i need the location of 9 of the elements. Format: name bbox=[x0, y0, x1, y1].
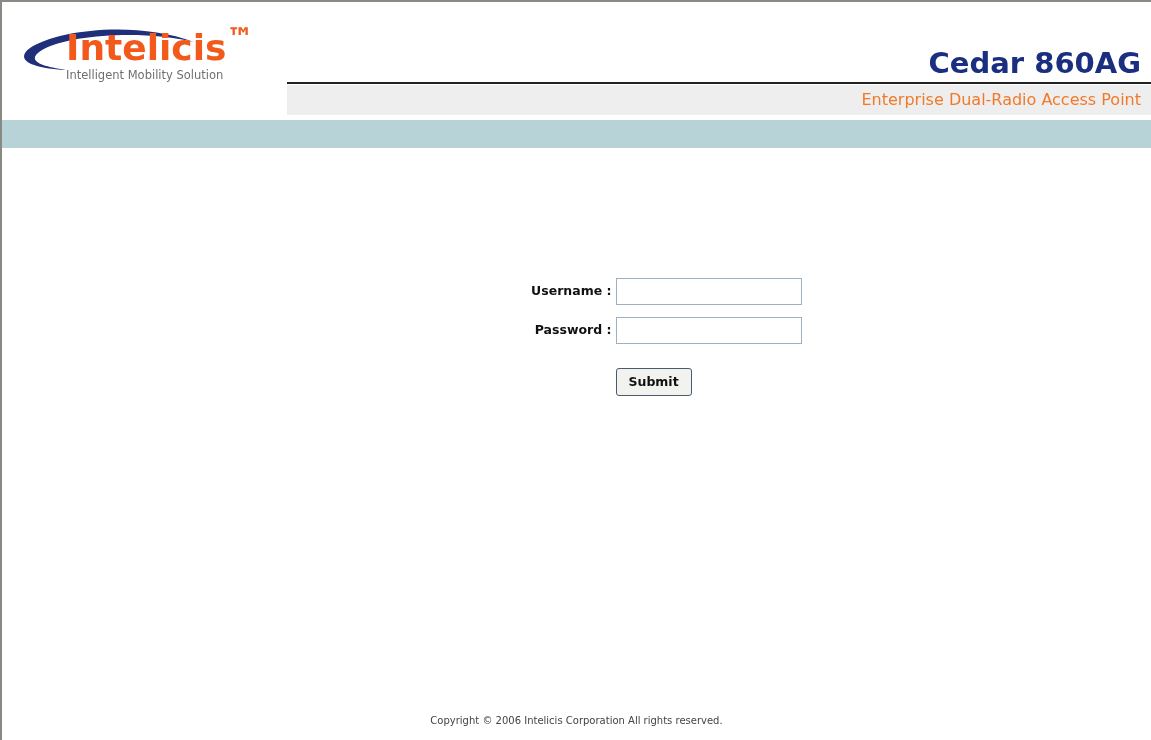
logo-tagline: Intelligent Mobility Solution bbox=[65, 68, 225, 82]
submit-button[interactable]: Submit bbox=[615, 368, 692, 396]
input-field[interactable] bbox=[615, 317, 802, 344]
field-label: Username : bbox=[530, 282, 612, 301]
copyright-text: Copyright © 2006 Intelicis Corporation All rights reserved. bbox=[430, 714, 723, 728]
input-field[interactable] bbox=[615, 278, 802, 305]
field-label: Password : bbox=[533, 321, 612, 340]
product-title: Cedar 860AG bbox=[928, 46, 1141, 80]
product-subtitle: Enterprise Dual-Radio Access Point bbox=[861, 89, 1141, 111]
